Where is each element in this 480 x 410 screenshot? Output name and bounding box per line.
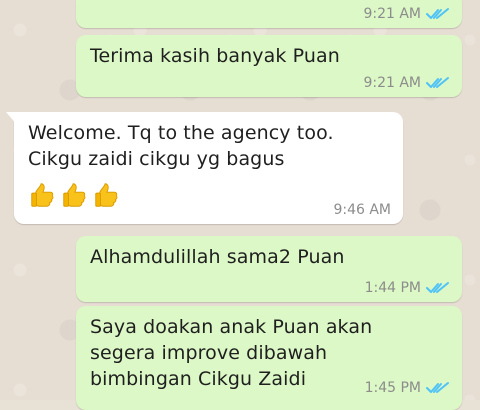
message-time: 1:45 PM: [364, 380, 421, 396]
message-meta: 9:21 AM: [363, 75, 450, 91]
message-meta: 1:44 PM: [365, 280, 450, 296]
message-meta: 9:46 AM: [333, 202, 391, 218]
message-text: Terima kasih banyak Puan: [90, 45, 340, 67]
message-text: Welcome. Tq to the agency too. Cikgu zai…: [28, 122, 334, 170]
double-check-icon: [426, 282, 449, 293]
message-text: Alhamdulillah sama2 Puan: [90, 246, 345, 268]
thumbs-up-icon: [95, 183, 118, 207]
double-check-icon: [426, 382, 449, 393]
message-bubble-outgoing[interactable]: Saya doakan anak Puan akan segera improv…: [76, 306, 462, 410]
message-bubble-outgoing[interactable]: Alhamdulillah sama2 Puan 1:44 PM: [76, 236, 462, 302]
message-meta: 9:21 AM: [363, 6, 450, 22]
thumbs-up-icon: [63, 183, 86, 207]
message-time: 1:44 PM: [364, 280, 421, 296]
message-meta: 1:45 PM: [365, 380, 450, 396]
message-bubble-incoming[interactable]: Welcome. Tq to the agency too. Cikgu zai…: [6, 112, 403, 224]
emoji-row: [28, 180, 122, 210]
message-bubble-outgoing[interactable]: Terima kasih banyak Puan 9:21 AM: [76, 35, 462, 97]
message-bubble-outgoing[interactable]: 9:21 AM: [76, 0, 462, 28]
message-time: 9:21 AM: [363, 75, 421, 91]
double-check-icon: [426, 8, 449, 19]
message-time: 9:46 AM: [333, 202, 391, 218]
message-time: 9:21 AM: [363, 6, 421, 22]
double-check-icon: [426, 77, 449, 88]
thumbs-up-icon: [31, 183, 54, 207]
